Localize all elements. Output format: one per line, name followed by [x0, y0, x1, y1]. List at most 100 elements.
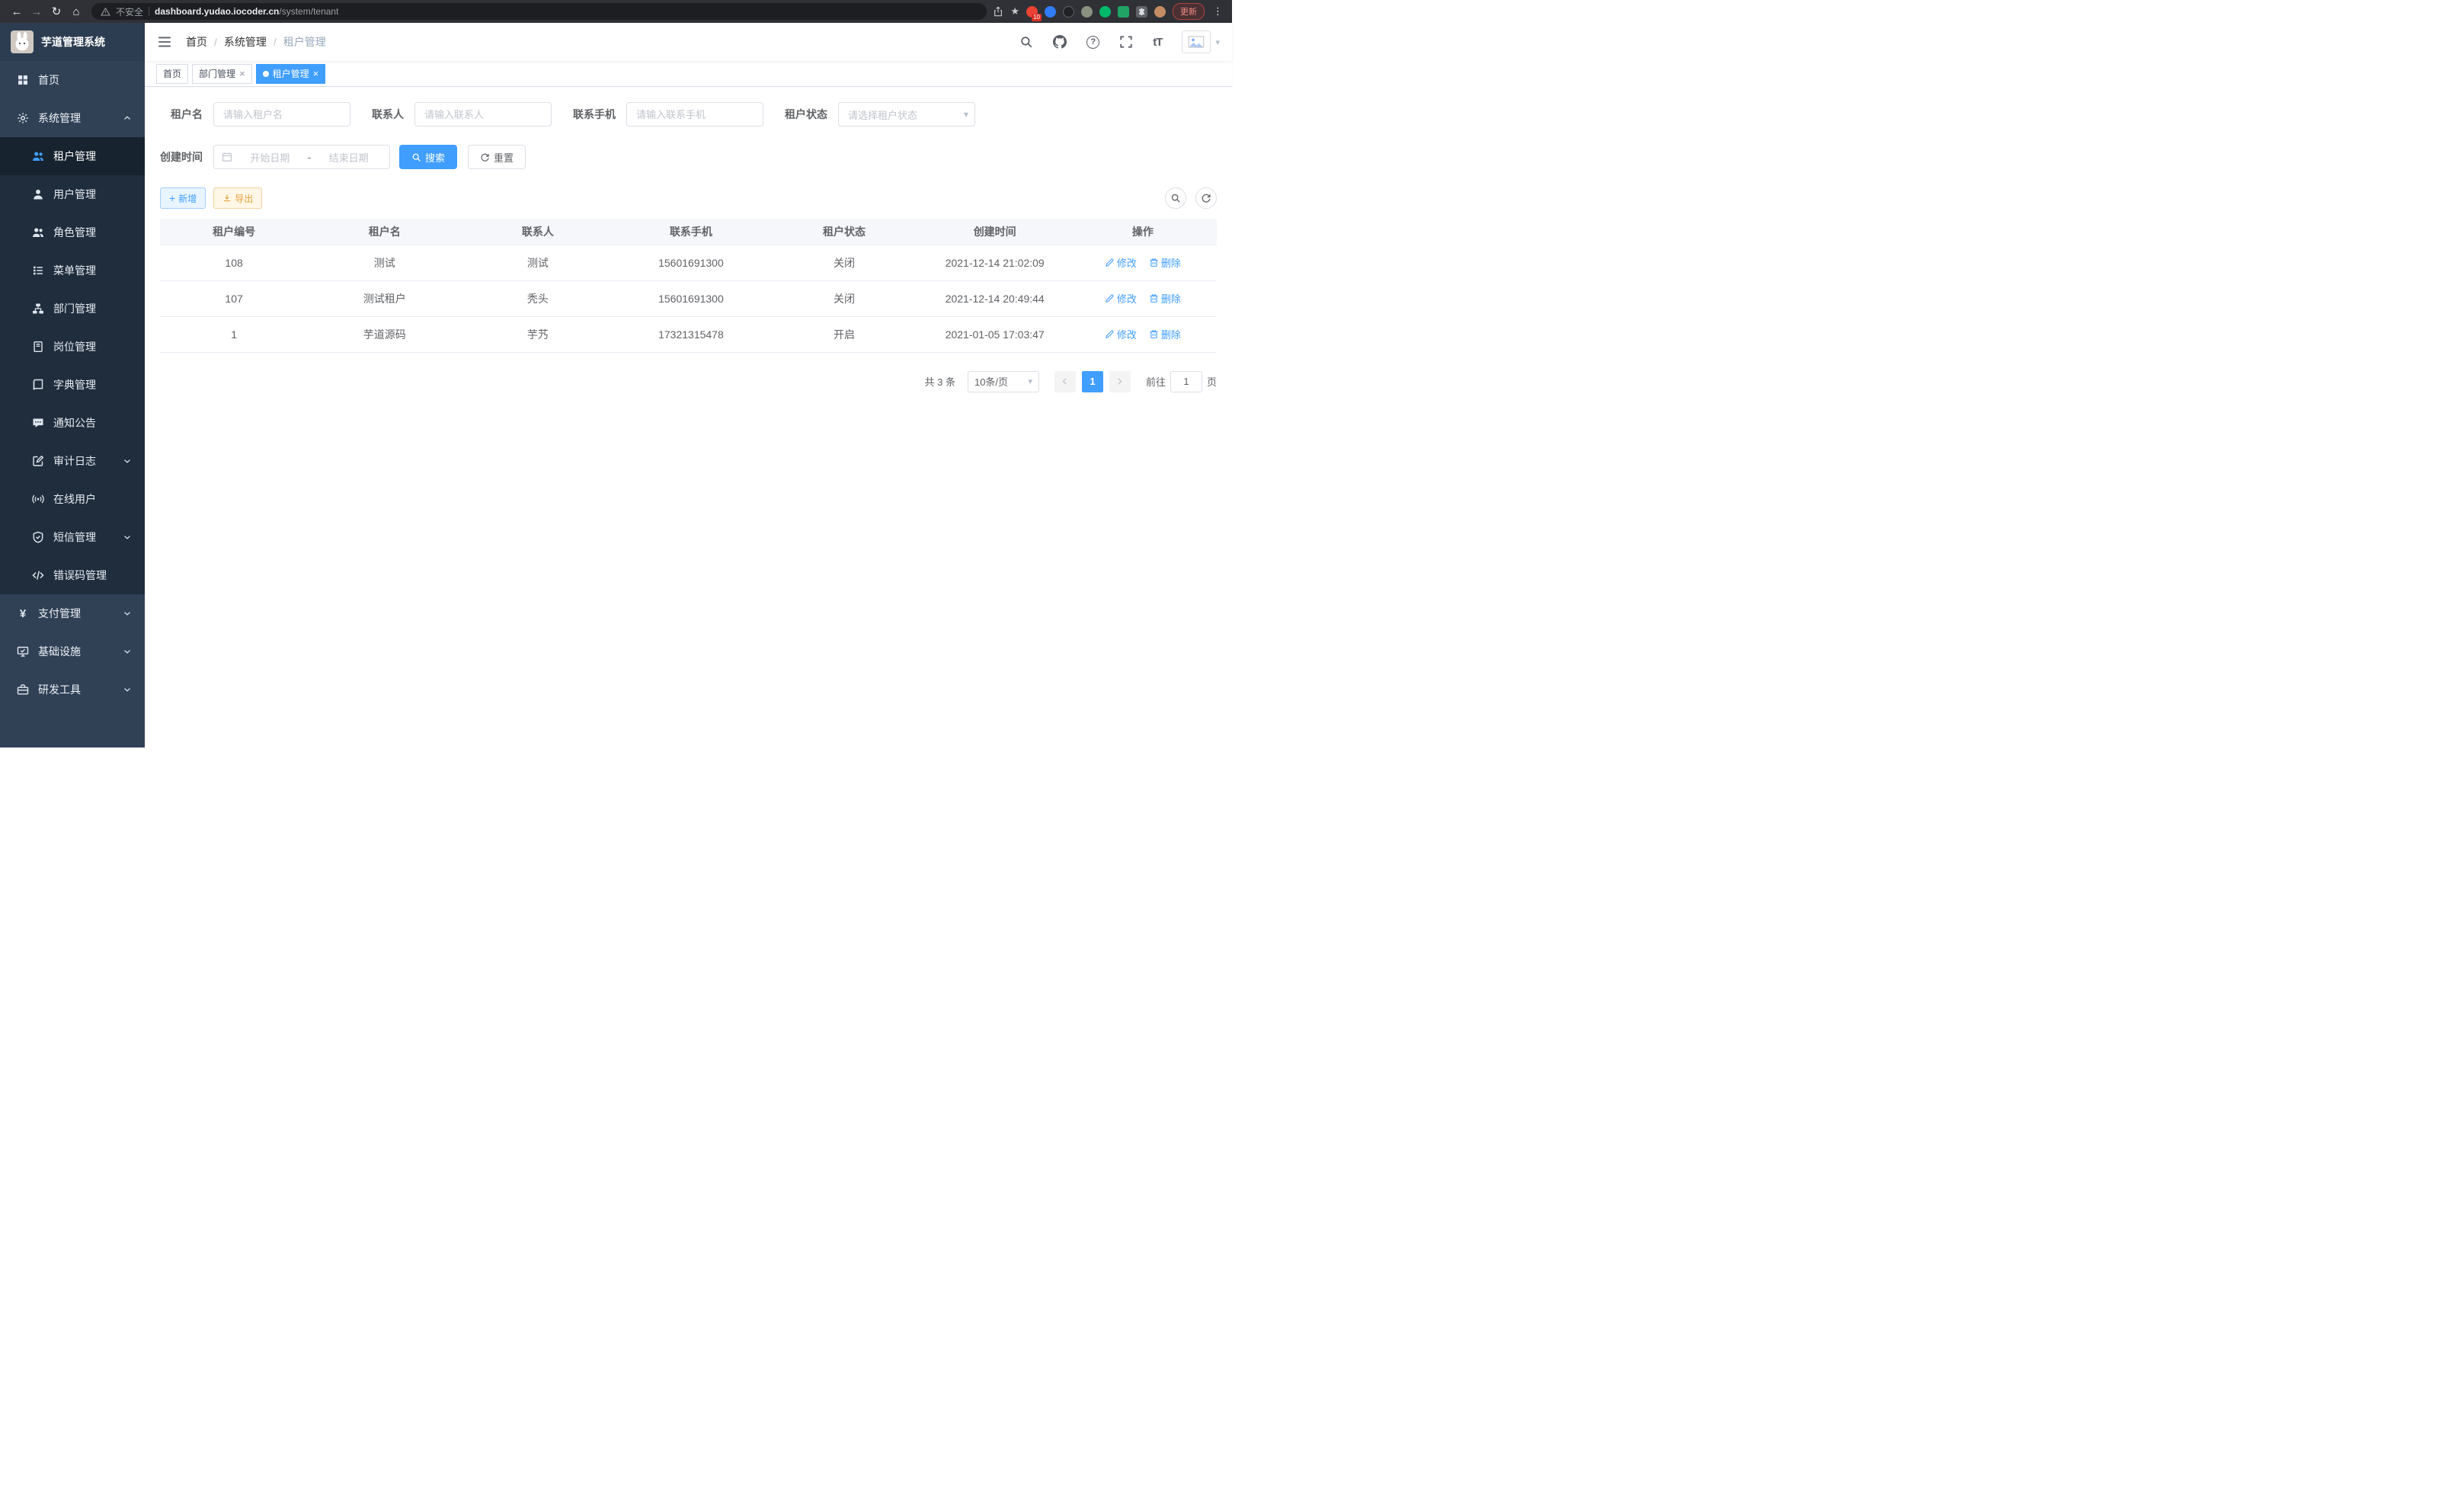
security-label: 不安全: [116, 5, 143, 18]
badge-card-icon: [32, 341, 44, 353]
chevron-up-icon: [122, 113, 133, 123]
sidebar-item-audit-log[interactable]: 审计日志: [0, 442, 145, 480]
delete-link[interactable]: 删除: [1149, 291, 1181, 306]
sidebar-item-role-mgmt[interactable]: 角色管理: [0, 213, 145, 251]
cell-status: 关闭: [768, 245, 921, 280]
col-status: 租户状态: [768, 219, 921, 245]
address-bar[interactable]: 不安全 dashboard.yudao.iocoder.cn/system/te…: [91, 3, 987, 20]
github-icon[interactable]: [1053, 35, 1067, 49]
warning-icon: [101, 7, 110, 17]
delete-link[interactable]: 删除: [1149, 255, 1181, 270]
sidebar-item-payment-mgmt[interactable]: ¥ 支付管理: [0, 594, 145, 632]
phone-input[interactable]: [626, 102, 763, 126]
date-range-picker[interactable]: 开始日期 - 结束日期: [213, 145, 390, 169]
extension-icon[interactable]: [1045, 6, 1056, 18]
breadcrumb-home[interactable]: 首页: [186, 34, 207, 50]
edit-link[interactable]: 修改: [1105, 291, 1137, 306]
edit-pencil-icon: [1105, 293, 1115, 303]
close-icon[interactable]: ×: [239, 69, 245, 78]
reset-button[interactable]: 重置: [468, 145, 526, 169]
sidebar-item-label: 字典管理: [53, 377, 96, 392]
cell-created: 2021-01-05 17:03:47: [921, 316, 1069, 352]
download-icon: [222, 194, 232, 203]
browser-back-icon[interactable]: ←: [8, 2, 26, 21]
search-button[interactable]: 搜索: [399, 145, 457, 169]
prev-page-button[interactable]: [1054, 371, 1076, 392]
caret-down-icon: ▾: [964, 109, 968, 120]
sidebar-toggle-icon[interactable]: [157, 34, 172, 50]
col-tenant-id: 租户编号: [160, 219, 308, 245]
refresh-table-button[interactable]: [1195, 187, 1217, 209]
status-select[interactable]: 请选择租户状态 ▾: [838, 102, 975, 126]
sidebar-item-error-code-mgmt[interactable]: 错误码管理: [0, 556, 145, 594]
user-avatar-menu[interactable]: ▾: [1182, 30, 1220, 53]
page-size-select[interactable]: 10条/页 ▾: [968, 371, 1039, 392]
edit-link[interactable]: 修改: [1105, 327, 1137, 341]
sidebar-item-dev-tools[interactable]: 研发工具: [0, 671, 145, 709]
shield-icon: [32, 531, 44, 543]
sidebar-item-post-mgmt[interactable]: 岗位管理: [0, 328, 145, 366]
sidebar-item-tenant-mgmt[interactable]: 租户管理: [0, 137, 145, 175]
browser-home-icon[interactable]: ⌂: [67, 2, 85, 21]
refresh-icon: [1201, 193, 1211, 203]
table-row: 107 测试租户 秃头 15601691300 关闭 2021-12-14 20…: [160, 280, 1217, 316]
logo-avatar: [11, 30, 34, 53]
chevron-down-icon: [122, 684, 133, 695]
add-button[interactable]: + 新增: [160, 187, 206, 209]
cell-contact: 测试: [461, 245, 614, 280]
close-icon[interactable]: ×: [313, 69, 319, 78]
sidebar-item-infrastructure[interactable]: 基础设施: [0, 632, 145, 671]
sidebar-item-notice[interactable]: 通知公告: [0, 404, 145, 442]
toggle-search-button[interactable]: [1165, 187, 1186, 209]
browser-forward-icon[interactable]: →: [27, 2, 46, 21]
sidebar-item-sms-mgmt[interactable]: 短信管理: [0, 518, 145, 556]
trash-icon: [1149, 258, 1159, 267]
browser-profile-avatar[interactable]: [1154, 6, 1166, 18]
sidebar-item-dept-mgmt[interactable]: 部门管理: [0, 290, 145, 328]
extension-icon[interactable]: [1118, 6, 1129, 18]
sidebar-item-home[interactable]: 首页: [0, 61, 145, 99]
bookmark-star-icon[interactable]: ★: [1010, 5, 1019, 18]
sidebar-item-user-mgmt[interactable]: 用户管理: [0, 175, 145, 213]
help-icon[interactable]: ?: [1086, 36, 1099, 49]
chevron-right-icon: [1115, 376, 1125, 386]
app-logo[interactable]: 芋道管理系统: [0, 23, 145, 61]
edit-link[interactable]: 修改: [1105, 255, 1137, 270]
tab-home[interactable]: 首页: [156, 64, 188, 84]
browser-reload-icon[interactable]: ↻: [47, 2, 66, 21]
extension-icon[interactable]: [1081, 6, 1093, 18]
breadcrumb-current: 租户管理: [283, 34, 326, 50]
browser-menu-icon[interactable]: ⋮: [1211, 5, 1224, 18]
sidebar-item-system-mgmt[interactable]: 系统管理: [0, 99, 145, 137]
tab-dept-mgmt[interactable]: 部门管理 ×: [192, 64, 252, 84]
sidebar-item-online-users[interactable]: 在线用户: [0, 480, 145, 518]
extension-icon[interactable]: [1063, 6, 1074, 18]
extensions-puzzle-icon[interactable]: [1136, 6, 1147, 18]
tab-tenant-mgmt[interactable]: 租户管理 ×: [256, 64, 326, 84]
goto-page-input[interactable]: [1170, 371, 1202, 392]
extension-icon[interactable]: [1099, 6, 1111, 18]
sidebar-item-label: 系统管理: [38, 110, 81, 126]
delete-link[interactable]: 删除: [1149, 327, 1181, 341]
page-number-1[interactable]: 1: [1082, 371, 1103, 392]
next-page-button[interactable]: [1109, 371, 1131, 392]
sidebar: 芋道管理系统 首页 系统管理: [0, 23, 145, 748]
font-size-icon[interactable]: tT: [1153, 36, 1162, 49]
contact-input[interactable]: [414, 102, 552, 126]
export-button[interactable]: 导出: [213, 187, 262, 209]
sidebar-item-dict-mgmt[interactable]: 字典管理: [0, 366, 145, 404]
fullscreen-icon[interactable]: [1119, 35, 1133, 49]
sidebar-item-menu-mgmt[interactable]: 菜单管理: [0, 251, 145, 290]
trash-icon: [1149, 293, 1159, 303]
search-icon: [1170, 193, 1181, 203]
dashboard-icon: [17, 74, 29, 86]
browser-update-button[interactable]: 更新: [1173, 3, 1205, 20]
tenant-users-icon: [32, 150, 44, 162]
tenant-name-input[interactable]: [213, 102, 350, 126]
search-icon[interactable]: [1019, 35, 1033, 49]
breadcrumb-system[interactable]: 系统管理: [224, 34, 267, 50]
extension-icon[interactable]: 10: [1026, 6, 1038, 18]
url-host: dashboard.yudao.iocoder.cn: [155, 6, 279, 17]
share-icon[interactable]: [993, 6, 1003, 17]
tenant-name-label: 租户名: [160, 107, 203, 122]
